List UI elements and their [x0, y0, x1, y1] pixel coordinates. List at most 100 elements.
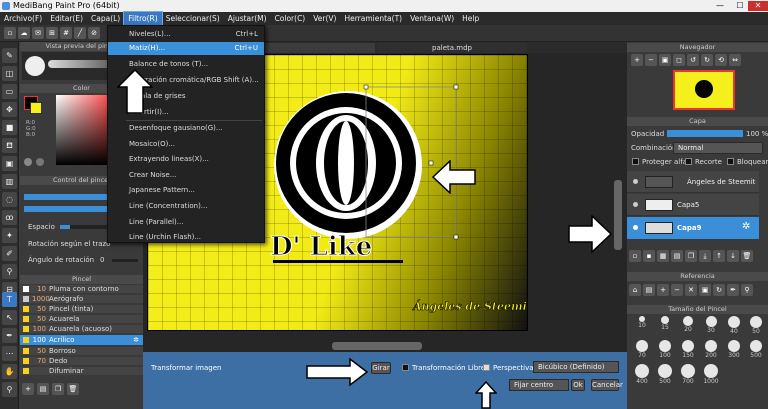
brush-item[interactable]: 10 Pluma con contorno — [20, 285, 143, 294]
clip-checkbox[interactable] — [685, 158, 692, 165]
zoom-tool-icon[interactable]: ⚲ — [2, 382, 17, 397]
brush-size-option[interactable]: 30 — [702, 316, 720, 334]
minimize-button[interactable]: — — [710, 1, 730, 11]
brush-delete-icon[interactable]: 🗑 — [67, 383, 79, 395]
brush-size-option[interactable]: 1000 — [702, 364, 720, 385]
brush-size-option[interactable]: 300 — [725, 340, 743, 359]
ref-zoom-in-icon[interactable]: + — [657, 284, 669, 296]
layer-settings-icon[interactable]: ✲ — [742, 221, 750, 232]
new-file-icon[interactable]: ▫ — [4, 27, 16, 39]
zoom-in-icon[interactable]: + — [631, 54, 643, 66]
ref-close-icon[interactable]: ✕ — [685, 284, 697, 296]
menu-item-japanese-pattern[interactable]: Japanese Pattern... — [108, 184, 264, 197]
layer-merge-icon[interactable]: ⤓ — [699, 250, 711, 262]
flip-icon[interactable]: ⇔ — [729, 54, 741, 66]
snap-off-icon[interactable]: ⊘ — [88, 27, 100, 39]
layer-row[interactable]: Capa5 — [627, 194, 759, 216]
fill-rect-icon[interactable]: ■ — [2, 120, 17, 135]
menu-item-line-parallel[interactable]: Line (Parallel)... — [108, 216, 264, 229]
brush-size-option[interactable]: 700 — [679, 364, 697, 385]
brush-item[interactable]: 50 Acuarela — [20, 315, 143, 324]
ref-home-icon[interactable]: ⌂ — [629, 284, 641, 296]
brush-size-option[interactable]: 500 — [656, 364, 674, 385]
magic-wand-icon[interactable]: ✦ — [2, 228, 17, 243]
brush-size-option[interactable]: 70 — [633, 340, 651, 359]
eyedropper-icon[interactable]: ⚲ — [2, 264, 17, 279]
grid-icon[interactable]: # — [60, 27, 72, 39]
menu-item-extrayendo-lineas[interactable]: Extrayendo lineas(X)... — [108, 153, 264, 166]
canvas-horizontal-scrollbar[interactable] — [332, 342, 422, 350]
eraser-tool-icon[interactable]: ◫ — [2, 66, 17, 81]
fix-center-select[interactable]: Fijar centro — [509, 379, 569, 391]
menu-item-crear-noise[interactable]: Crear Noise... — [108, 169, 264, 182]
rotate-button[interactable]: Girar — [371, 362, 391, 374]
menu-filtro[interactable]: Filtro(R) — [123, 11, 163, 26]
cloud-icon[interactable]: ☁ — [18, 27, 30, 39]
new-layer-color-icon[interactable]: ▪ — [643, 250, 655, 262]
layer-row-selected[interactable]: Capa9 ✲ — [627, 217, 759, 239]
menu-seleccionar[interactable]: Seleccionar(S) — [162, 12, 224, 25]
color-wheel-icon[interactable] — [24, 158, 32, 166]
ref-pin-icon[interactable]: ⚲ — [741, 284, 753, 296]
brush-size-option[interactable]: 20 — [679, 316, 697, 334]
layer-visibility-icon[interactable] — [633, 179, 638, 184]
menu-ventana[interactable]: Ventana(W) — [406, 12, 458, 25]
lasso-tool-icon[interactable]: ꝏ — [2, 210, 17, 225]
brush-item[interactable]: 50 Pincel (tinta) — [20, 305, 143, 314]
zoom-out-icon[interactable]: − — [645, 54, 657, 66]
layer-row[interactable]: Ángeles de Steemit — [627, 171, 759, 193]
brush-size-option[interactable]: 200 — [702, 340, 720, 359]
rotate-left-icon[interactable]: ↺ — [687, 54, 699, 66]
brush-item-selected[interactable]: 100 Acrílico ✲ — [20, 335, 143, 346]
move-tool-icon[interactable]: ✥ — [2, 102, 17, 117]
hand-tool-icon[interactable]: ✋ — [2, 364, 17, 379]
menu-help[interactable]: Help — [458, 12, 483, 25]
interpolation-select[interactable]: Bicúbico (Definido) — [533, 361, 619, 373]
brush-copy-icon[interactable]: ❐ — [52, 383, 64, 395]
document-tab-1[interactable] — [263, 43, 375, 53]
layer-down-icon[interactable]: ↓ — [727, 250, 739, 262]
select-ellipse-icon[interactable]: ◌ — [2, 192, 17, 207]
menu-ver[interactable]: Ver(V) — [309, 12, 340, 25]
menu-item-matiz[interactable]: Matiz(H)... Ctrl+U — [108, 42, 264, 55]
brush-size-option[interactable]: 500 — [747, 340, 765, 359]
free-transform-checkbox[interactable] — [402, 364, 409, 371]
fit-icon[interactable]: ▣ — [659, 54, 671, 66]
secondary-color-swatch[interactable] — [30, 102, 42, 114]
menu-capa[interactable]: Capa(L) — [87, 12, 124, 25]
layer-delete-icon[interactable]: 🗑 — [741, 250, 753, 262]
document-tab-paleta[interactable]: paleta.mdp — [377, 43, 527, 53]
snap-icon[interactable]: ⊞ — [46, 27, 58, 39]
brush-item[interactable]: 100 Acuarela (acuoso) — [20, 325, 143, 334]
ok-button[interactable]: Ok — [571, 379, 585, 391]
ruler-icon[interactable]: ╱ — [74, 27, 86, 39]
menu-item-line-concentration[interactable]: Line (Concentration)... — [108, 200, 264, 213]
brush-item[interactable]: 70 Dedo — [20, 357, 143, 366]
menu-item-desenfoque[interactable]: Desenfoque gausiano(G)... — [108, 122, 264, 135]
brush-size-option[interactable]: 50 — [747, 316, 765, 335]
color-palette-icon[interactable] — [36, 158, 44, 166]
operation-tool-icon[interactable]: ↖ — [2, 310, 17, 325]
brush-size-option[interactable]: 150 — [679, 340, 697, 359]
menu-archivo[interactable]: Archivo(F) — [0, 12, 46, 25]
new-folder-icon[interactable]: ▤ — [671, 250, 683, 262]
layer-duplicate-icon[interactable]: ❐ — [685, 250, 697, 262]
navigator-thumbnail[interactable] — [673, 70, 735, 110]
menu-editar[interactable]: Editar(E) — [46, 12, 87, 25]
rectangle-select-icon[interactable]: ▭ — [2, 84, 17, 99]
actual-size-icon[interactable]: ◻ — [673, 54, 685, 66]
brush-settings-icon[interactable]: ✲ — [133, 335, 139, 346]
maximize-button[interactable]: ☐ — [730, 1, 750, 11]
brush-size-option[interactable]: 10 — [633, 316, 651, 334]
ref-folder-icon[interactable]: ▤ — [643, 284, 655, 296]
brush-size-option[interactable]: 15 — [656, 316, 674, 334]
select-pen-icon[interactable]: ✐ — [2, 246, 17, 261]
menu-item-niveles[interactable]: Niveles(L)... Ctrl+L — [108, 28, 264, 41]
bucket-tool-icon[interactable]: ⛾ — [2, 138, 17, 153]
brush-size-option[interactable]: 100 — [656, 340, 674, 359]
menu-item-line-urchin[interactable]: Line (Urchin Flash)... — [108, 231, 264, 244]
layer-up-icon[interactable]: ↑ — [713, 250, 725, 262]
chat-icon[interactable]: ✉ — [32, 27, 44, 39]
fill-icon[interactable]: ▣ — [2, 156, 17, 171]
perspective-checkbox[interactable] — [483, 364, 490, 371]
